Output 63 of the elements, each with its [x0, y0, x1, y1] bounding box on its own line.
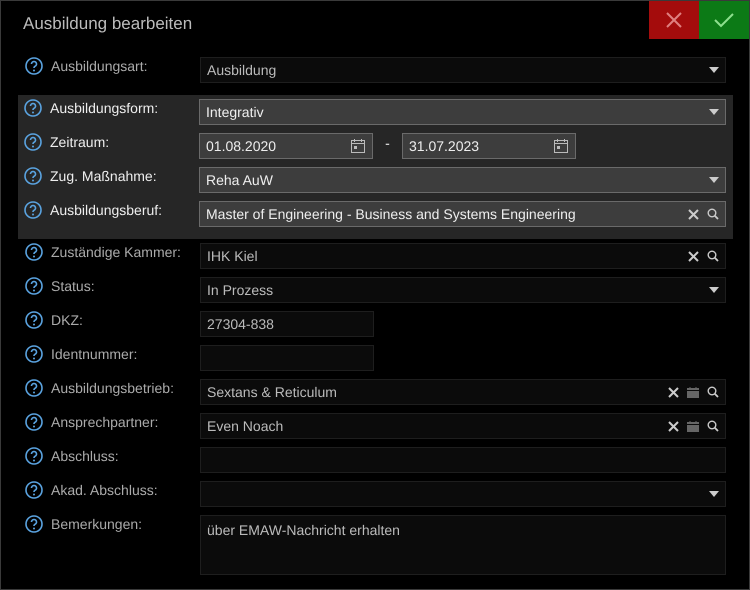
window-title: Ausbildung bearbeiten: [22, 13, 192, 35]
field-label: Ausbildungsform:: [50, 99, 158, 117]
dropdown-caret-icon: [709, 177, 719, 183]
clear-icon[interactable]: [668, 386, 679, 398]
search-icon[interactable]: [707, 386, 719, 398]
clear-icon[interactable]: [668, 420, 679, 432]
help-icon[interactable]: [25, 57, 43, 75]
help-icon[interactable]: [25, 277, 43, 295]
card-icon[interactable]: [687, 386, 699, 398]
field-label: Ansprechpartner:: [51, 413, 158, 431]
help-icon[interactable]: [25, 413, 43, 431]
clear-icon[interactable]: [688, 250, 699, 262]
help-icon[interactable]: [24, 201, 42, 219]
search-icon[interactable]: [707, 208, 719, 220]
lookup-field[interactable]: Even Noach: [200, 413, 726, 439]
dropdown-caret-icon: [709, 109, 719, 115]
help-icon[interactable]: [25, 481, 43, 499]
field-label: Zeitraum:: [50, 133, 110, 151]
check-icon: [714, 12, 734, 28]
help-icon[interactable]: [24, 133, 42, 151]
lookup-field[interactable]: IHK Kiel: [200, 243, 726, 269]
date-separator: -: [384, 134, 391, 153]
help-icon[interactable]: [25, 379, 43, 397]
field-label: Abschluss:: [51, 447, 119, 465]
dropdown-field[interactable]: Reha AuW: [199, 167, 726, 193]
dropdown-field[interactable]: In Prozess: [200, 277, 726, 303]
dropdown-caret-icon: [709, 67, 719, 73]
date-field[interactable]: 31.07.2023: [402, 133, 576, 159]
help-icon[interactable]: [25, 311, 43, 329]
close-icon: [665, 11, 683, 29]
lookup-field[interactable]: Master of Engineering - Business and Systems Engineering: [199, 201, 726, 227]
date-field[interactable]: 01.08.2020: [199, 133, 373, 159]
close-button[interactable]: [649, 1, 699, 39]
field-label: Zuständige Kammer:: [51, 243, 181, 261]
dropdown-caret-icon: [709, 287, 719, 293]
field-label: DKZ:: [51, 311, 83, 329]
textarea-field[interactable]: über EMAW-Nachricht erhalten: [200, 515, 726, 575]
field-label: Status:: [51, 277, 95, 295]
field-label: Bemerkungen:: [51, 515, 142, 533]
calendar-icon[interactable]: [553, 138, 569, 154]
field-label: Ausbildungsbetrieb:: [51, 379, 174, 397]
help-icon[interactable]: [24, 99, 42, 117]
field-label: Akad. Abschluss:: [51, 481, 158, 499]
field-label: Ausbildungsberuf:: [50, 201, 162, 219]
help-icon[interactable]: [25, 243, 43, 261]
calendar-icon[interactable]: [350, 138, 366, 154]
search-icon[interactable]: [707, 420, 719, 432]
lookup-field[interactable]: Sextans & Reticulum: [200, 379, 726, 405]
search-icon[interactable]: [707, 250, 719, 262]
field-label: Identnummer:: [51, 345, 138, 363]
field-label: Ausbildungsart:: [51, 57, 148, 75]
help-icon[interactable]: [25, 447, 43, 465]
help-icon[interactable]: [25, 345, 43, 363]
field-label: Zug. Maßnahme:: [50, 167, 157, 185]
card-icon[interactable]: [687, 420, 699, 432]
help-icon[interactable]: [24, 167, 42, 185]
dropdown-field[interactable]: Integrativ: [199, 99, 726, 125]
dropdown-caret-icon: [709, 491, 719, 497]
input-field[interactable]: 27304-838: [200, 311, 374, 337]
dropdown-field[interactable]: Ausbildung: [200, 57, 726, 83]
help-icon[interactable]: [25, 515, 43, 533]
clear-icon[interactable]: [688, 208, 699, 220]
confirm-button[interactable]: [699, 1, 749, 39]
